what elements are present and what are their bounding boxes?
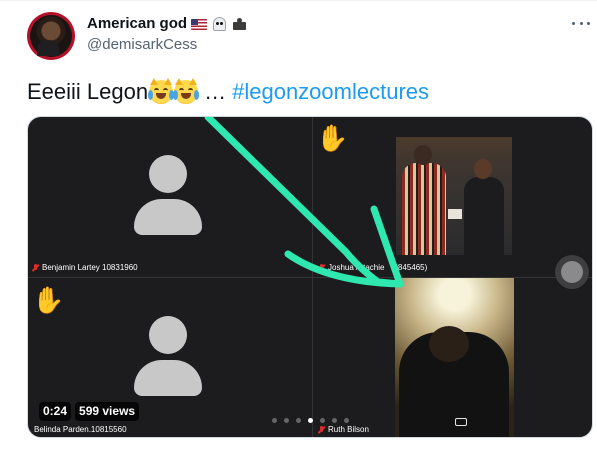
crying-cat-emoji: [148, 78, 175, 104]
video-player[interactable]: Benjamin Lartey 10831960 ✋ Joshua Attach…: [27, 116, 593, 438]
avatar-figure: [37, 40, 59, 56]
hashtag-link[interactable]: #legonzoomlectures: [232, 78, 429, 106]
tweet-text-body: Eeeiii Legon: [27, 79, 149, 104]
pager-dot: [320, 418, 325, 423]
pager-dot: [284, 418, 289, 423]
pager-dot: [296, 418, 301, 423]
pager-dot: [308, 418, 313, 423]
top-border: [0, 0, 597, 1]
pager-dot: [332, 418, 337, 423]
tweet-text: Eeeiii Legon … #legonzoomlectures: [27, 78, 429, 106]
video-duration: 0:24: [39, 402, 72, 421]
avatar[interactable]: [27, 12, 75, 60]
scroll-button[interactable]: [555, 255, 589, 289]
video-stats: 0:24 599 views: [39, 402, 140, 421]
author-name-row[interactable]: American god: [87, 15, 247, 33]
crown-icon: [231, 17, 247, 31]
pager-dot: [344, 418, 349, 423]
more-options-icon[interactable]: [572, 14, 590, 32]
video-views: 599 views: [75, 402, 140, 421]
tweet-ellipsis: …: [204, 79, 227, 104]
crying-cat-emoji: [173, 78, 200, 104]
ghost-icon: [211, 17, 227, 31]
us-flag-icon: [191, 17, 208, 31]
author-name[interactable]: American god: [87, 15, 187, 33]
arrow-annotation: [204, 117, 404, 288]
pager-dot: [272, 418, 277, 423]
pager-dots: [272, 418, 349, 423]
author-handle[interactable]: @demisarkCess: [87, 36, 197, 54]
